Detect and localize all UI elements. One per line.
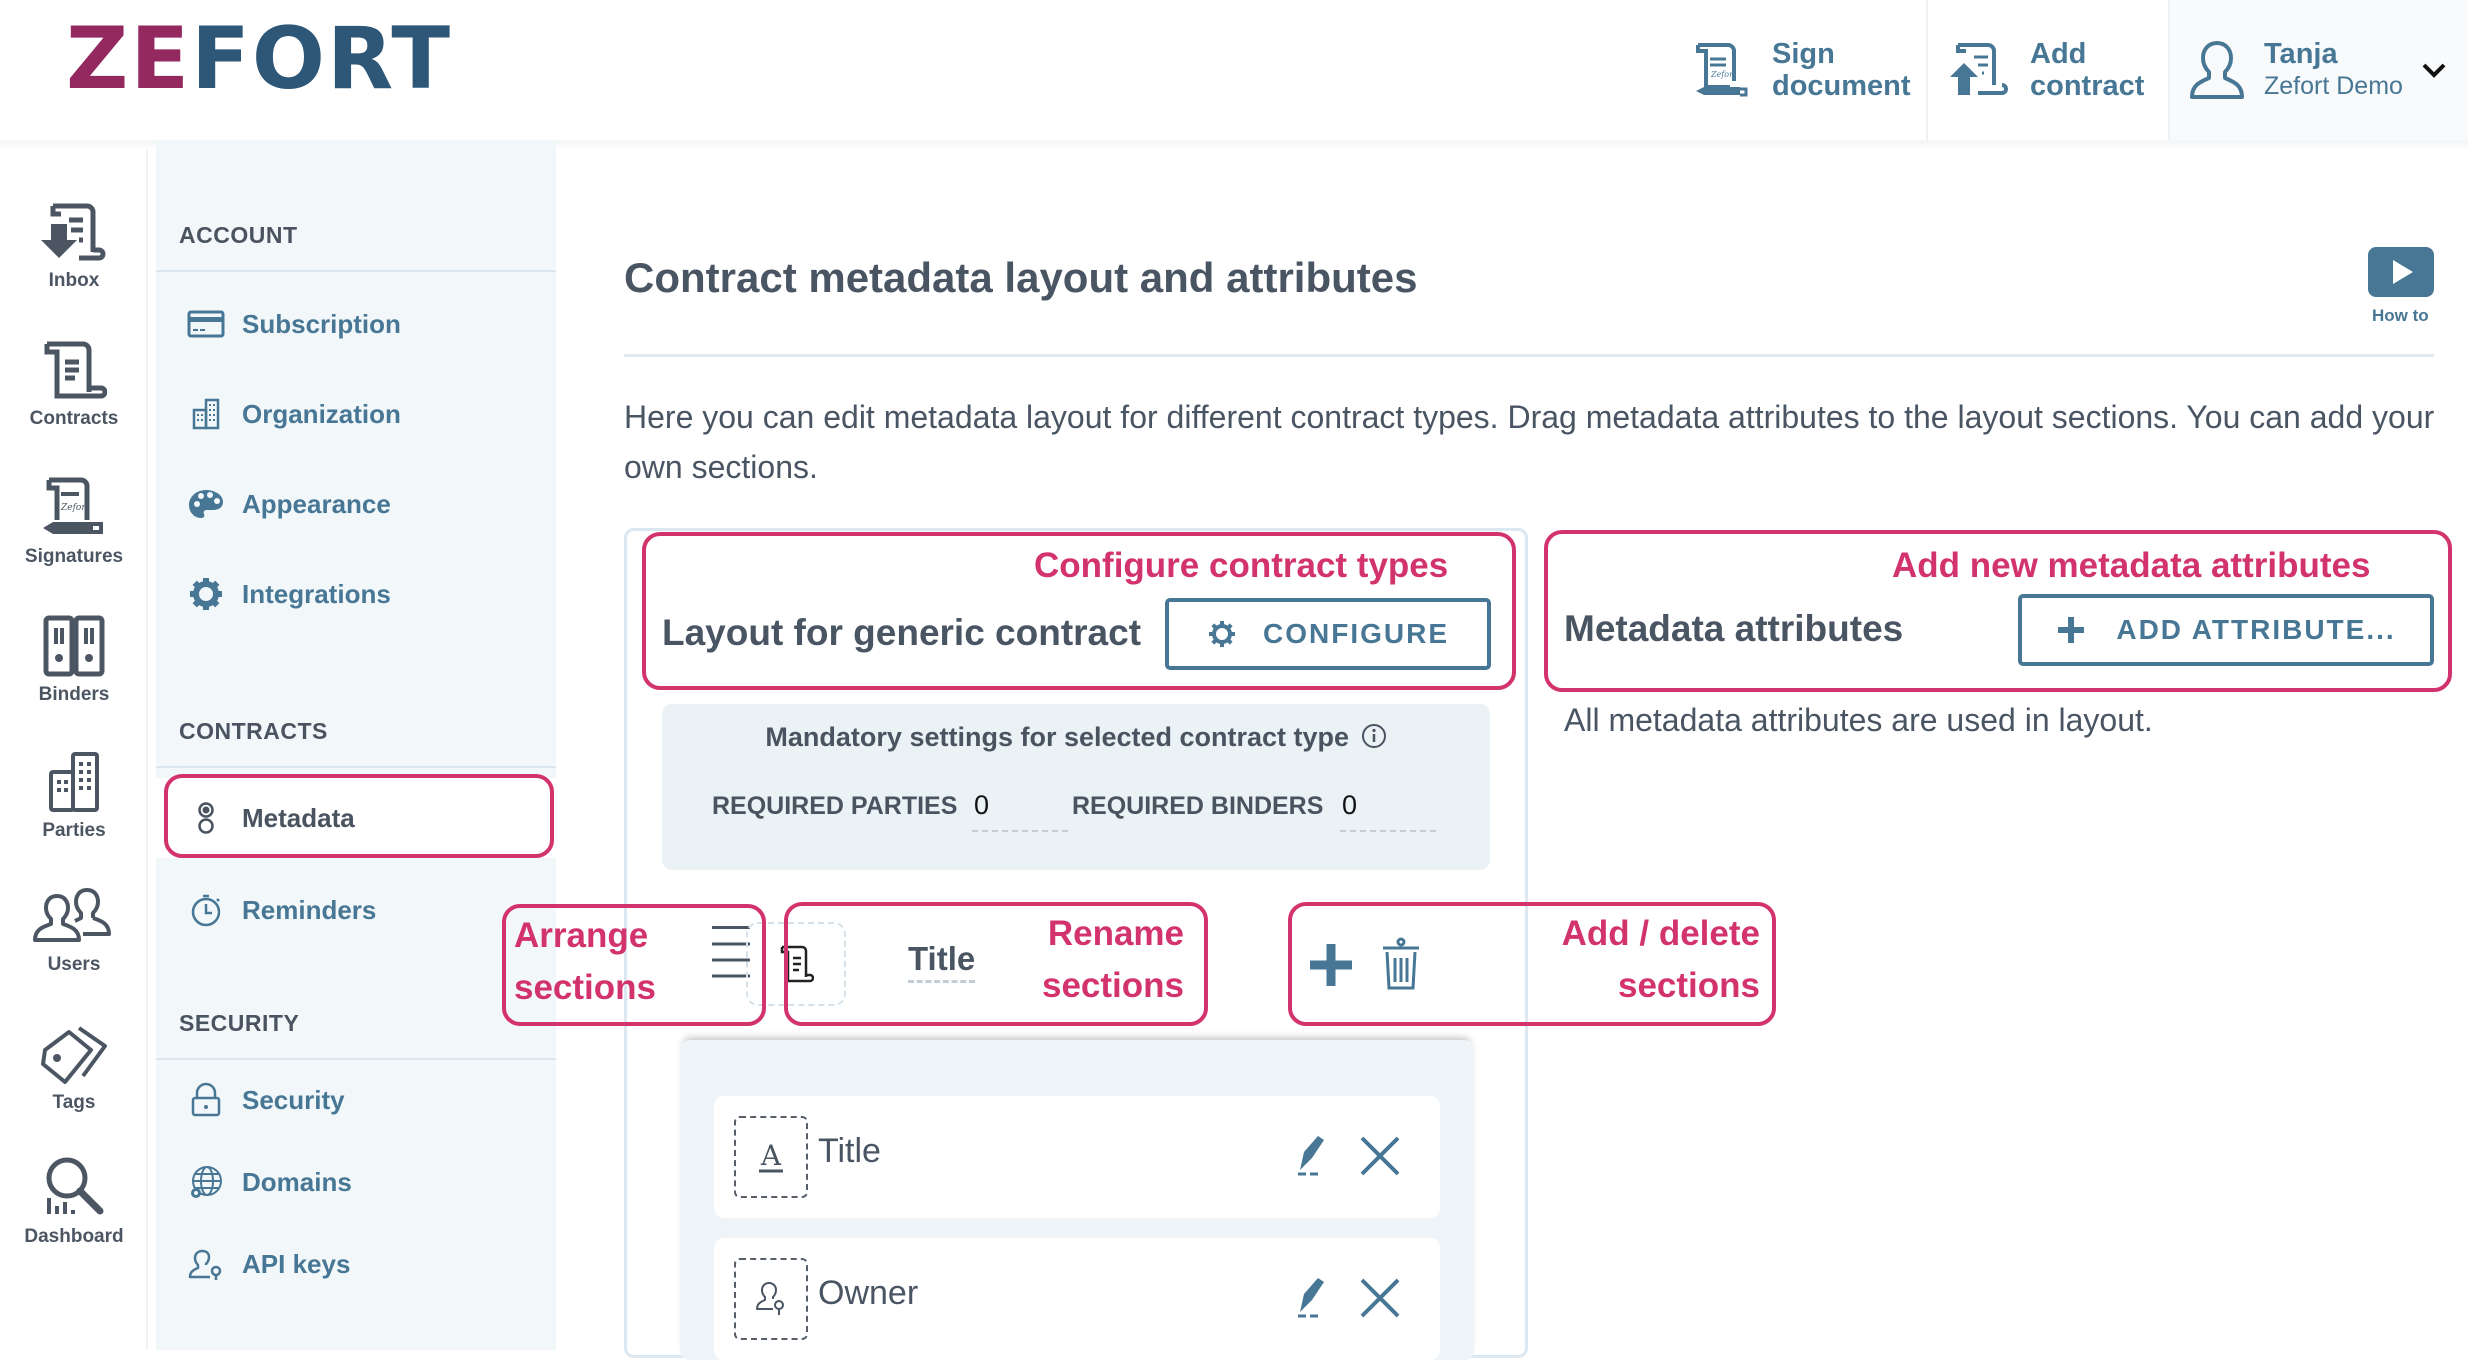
user-menu[interactable]: Tanja Zefort Demo <box>2170 0 2468 140</box>
how-to-video-button[interactable] <box>2368 247 2434 297</box>
mandatory-settings-title: Mandatory settings for selected contract… <box>765 722 1350 752</box>
play-icon <box>2393 260 2413 284</box>
remove-icon[interactable] <box>1358 1134 1402 1178</box>
how-to-label[interactable]: How to <box>2372 306 2429 326</box>
top-bar: ZE FORT Zefort Sign document Add contract T… <box>0 0 2468 140</box>
annotation-label-arrange: Arrange sections <box>514 916 656 1007</box>
signatures-icon: Zefort <box>43 477 103 534</box>
sidebar-item-api-keys[interactable]: API keys <box>156 1234 556 1294</box>
main-navigation-rail: Inbox Contracts Zefort Signatures Binder… <box>0 150 148 1350</box>
topbar-divider <box>1926 0 1928 140</box>
rail-item-dashboard[interactable]: Dashboard <box>0 1154 148 1248</box>
svg-text:Zefort: Zefort <box>1710 70 1737 79</box>
lock-icon <box>186 1080 226 1120</box>
remove-icon[interactable] <box>1358 1276 1402 1320</box>
credit-card-icon <box>186 304 226 344</box>
chevron-down-icon[interactable] <box>2421 61 2447 79</box>
svg-text:Zefort: Zefort <box>60 503 90 513</box>
sidebar-item-reminders[interactable]: Reminders <box>156 880 556 940</box>
annotation-label-configure: Configure contract types <box>1034 546 1449 585</box>
sign-document-button[interactable]: Zefort Sign document <box>1690 0 1911 140</box>
binders-icon <box>43 615 105 677</box>
add-contract-icon <box>1950 43 2008 95</box>
contracts-icon <box>44 341 107 399</box>
sign-document-icon: Zefort <box>1696 43 1748 97</box>
attribute-card[interactable]: Owner <box>714 1238 1440 1360</box>
sidebar-item-appearance[interactable]: Appearance <box>156 474 556 534</box>
svg-text:A: A <box>760 1139 782 1172</box>
page-description: Here you can edit metadata layout for di… <box>624 399 2435 485</box>
annotation-label-rename: Rename sections <box>1042 914 1184 1005</box>
globe-icon <box>186 1162 226 1202</box>
sidebar-item-security[interactable]: Security <box>156 1070 556 1130</box>
sidebar-item-domains[interactable]: Domains <box>156 1152 556 1212</box>
sidebar-item-integrations[interactable]: Integrations <box>156 564 556 624</box>
building-icon <box>186 394 226 434</box>
stopwatch-icon <box>186 890 226 930</box>
rail-item-inbox[interactable]: Inbox <box>0 202 148 292</box>
users-icon <box>33 888 111 942</box>
title-divider <box>624 354 2434 357</box>
sidebar-item-subscription[interactable]: Subscription <box>156 294 556 354</box>
mandatory-settings-panel: Mandatory settings for selected contract… <box>662 704 1490 870</box>
sidebar-divider <box>156 270 556 272</box>
sidebar-item-organization[interactable]: Organization <box>156 384 556 444</box>
attributes-info-text: All metadata attributes are used in layo… <box>1564 702 2153 738</box>
gear-icon <box>186 574 226 614</box>
rail-item-users[interactable]: Users <box>0 886 148 976</box>
annotation-label-add-attributes: Add new metadata attributes <box>1892 546 2371 585</box>
edit-icon[interactable] <box>1294 1274 1334 1318</box>
user-icon <box>2190 41 2244 99</box>
dashboard-icon <box>46 1157 104 1215</box>
inbox-icon <box>41 203 106 261</box>
edit-icon[interactable] <box>1294 1132 1334 1176</box>
sidebar-heading-contracts: CONTRACTS <box>179 718 328 744</box>
sidebar-divider <box>156 766 556 768</box>
sidebar-heading-account: ACCOUNT <box>179 222 298 248</box>
parties-icon <box>49 752 99 812</box>
tags-icon <box>41 1026 107 1084</box>
rail-item-parties[interactable]: Parties <box>0 750 148 842</box>
rail-item-signatures[interactable]: Zefort Signatures <box>0 476 148 568</box>
sidebar-heading-security: SECURITY <box>179 1010 300 1036</box>
rail-item-contracts[interactable]: Contracts <box>0 340 148 430</box>
user-key-icon <box>186 1244 226 1284</box>
settings-sidebar: ACCOUNT Subscription Organization Appear… <box>156 140 556 1350</box>
add-contract-button[interactable]: Add contract <box>1948 0 2144 140</box>
owner-attribute-icon <box>734 1258 808 1340</box>
annotation-highlight-metadata <box>164 774 554 858</box>
zefort-logo[interactable]: ZE FORT <box>66 16 452 102</box>
attribute-name: Owner <box>818 1274 919 1312</box>
required-binders-input[interactable]: 0 <box>1340 790 1436 832</box>
palette-icon <box>186 484 226 524</box>
attribute-card[interactable]: A Title <box>714 1096 1440 1218</box>
rail-item-tags[interactable]: Tags <box>0 1022 148 1114</box>
sidebar-divider <box>156 1058 556 1060</box>
page-title: Contract metadata layout and attributes <box>624 254 1418 301</box>
rail-item-binders[interactable]: Binders <box>0 614 148 706</box>
text-attribute-icon: A <box>734 1116 808 1198</box>
required-parties-label: REQUIRED PARTIES <box>712 792 958 820</box>
required-parties-input[interactable]: 0 <box>972 790 1068 832</box>
info-icon[interactable] <box>1361 723 1387 749</box>
required-binders-label: REQUIRED BINDERS <box>1072 792 1324 820</box>
attribute-name: Title <box>818 1132 881 1170</box>
annotation-label-add-delete: Add / delete sections <box>1561 914 1760 1005</box>
